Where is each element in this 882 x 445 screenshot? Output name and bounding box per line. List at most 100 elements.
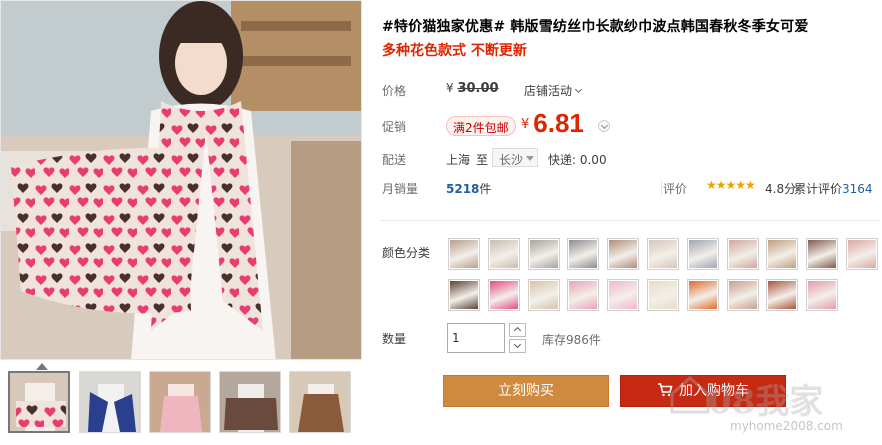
shipping-row: 配送 上海 至 长沙 快递: 0.00: [380, 147, 880, 171]
promo-row: 促销 满2件包邮 ¥6.81: [380, 108, 880, 138]
shop-activity-select[interactable]: 店铺活动: [524, 82, 583, 99]
color-swatch[interactable]: [766, 279, 799, 311]
color-swatch-image: [728, 240, 757, 268]
chevron-up-icon: [513, 326, 522, 335]
review-count-link[interactable]: 累计评价3164: [794, 180, 873, 197]
price-label: 价格: [382, 84, 407, 98]
color-swatch[interactable]: [527, 279, 560, 311]
quantity-increase-button[interactable]: [509, 323, 526, 337]
color-swatch-image: [808, 240, 837, 268]
color-swatch-image: [569, 240, 598, 268]
main-photo-illustration: [1, 1, 361, 359]
color-swatch[interactable]: [647, 238, 679, 270]
divider: [661, 181, 662, 195]
product-subtitle: 多种花色款式 不断更新: [382, 43, 527, 59]
ship-from: 上海: [446, 153, 471, 167]
color-swatch[interactable]: [686, 279, 719, 311]
color-swatch[interactable]: [487, 279, 520, 311]
quantity-decrease-button[interactable]: [509, 339, 526, 353]
color-swatch[interactable]: [647, 279, 679, 311]
color-swatch[interactable]: [607, 238, 640, 270]
review-prefix: 累计评价: [794, 182, 843, 196]
stock-count: 库存986件: [542, 333, 601, 347]
monthly-sales-unit: 件: [479, 182, 492, 196]
color-swatch-image: [848, 240, 876, 268]
star-rating-icon: ★★★★★: [706, 178, 756, 192]
destination-city: 长沙: [499, 153, 524, 167]
section-divider: [380, 220, 880, 221]
shipping-fee: 快递: 0.00: [548, 153, 607, 167]
thumbnail-strip: [0, 363, 362, 445]
color-swatch[interactable]: [487, 238, 520, 270]
promo-label: 促销: [382, 120, 407, 134]
promo-price-value: 6.81: [533, 108, 584, 138]
color-swatch-image: [768, 281, 797, 309]
color-swatch-image: [450, 281, 478, 309]
color-swatch[interactable]: [567, 279, 600, 311]
color-swatch-image: [450, 240, 478, 268]
color-swatch-image: [649, 281, 677, 309]
thumbnail-4[interactable]: [219, 371, 281, 433]
color-swatch[interactable]: [527, 238, 560, 270]
ship-to-word: 至: [476, 153, 489, 167]
thumbnail-3[interactable]: [149, 371, 211, 433]
chevron-down-icon: [574, 85, 583, 94]
color-swatch-image: [529, 281, 558, 309]
color-swatch-image: [688, 240, 717, 268]
quantity-input[interactable]: [447, 323, 505, 353]
color-swatch-image: [768, 240, 797, 268]
original-price: ¥ 30.00: [446, 81, 499, 96]
color-swatch[interactable]: [567, 238, 600, 270]
color-swatch-image: [529, 240, 558, 268]
rating-label: 评价: [663, 182, 688, 196]
review-count: 3164: [842, 182, 873, 196]
buy-now-button[interactable]: 立刻购买: [443, 375, 609, 407]
thumbnail-1[interactable]: [8, 371, 70, 433]
dropdown-triangle-icon: [526, 156, 535, 161]
monthly-sales-count: 5218: [446, 182, 480, 196]
monthly-sales-label: 月销量: [382, 182, 419, 196]
color-swatch-image: [609, 281, 638, 309]
original-price-currency: ¥: [446, 81, 454, 95]
monthly-sales: 5218件: [446, 180, 491, 197]
promo-price: ¥6.81: [521, 108, 584, 139]
color-swatch-image: [688, 281, 717, 309]
color-swatch[interactable]: [607, 279, 640, 311]
color-swatch-image: [489, 281, 518, 309]
shop-activity-label: 店铺活动: [524, 84, 573, 98]
shipping-label: 配送: [382, 153, 407, 167]
add-to-cart-label: 加入购物车: [679, 383, 749, 399]
product-title: #特价猫独家优惠# 韩版雪纺丝巾长款纱巾波点韩国春秋冬季女可爱: [382, 19, 809, 35]
quantity-label: 数量: [382, 332, 407, 346]
thumbnail-5[interactable]: [289, 371, 351, 433]
color-swatch-image: [808, 281, 837, 309]
price-details-toggle-icon[interactable]: [598, 120, 610, 132]
color-swatch-image: [489, 240, 518, 268]
color-swatch[interactable]: [686, 238, 719, 270]
original-price-value: 30.00: [457, 81, 499, 96]
active-thumb-indicator: [36, 363, 48, 370]
color-swatch[interactable]: [726, 238, 759, 270]
color-swatch[interactable]: [806, 279, 839, 311]
destination-city-select[interactable]: 长沙: [492, 148, 539, 167]
product-gallery: [0, 0, 362, 445]
product-details: #特价猫独家优惠# 韩版雪纺丝巾长款纱巾波点韩国春秋冬季女可爱 多种花色款式 不…: [380, 0, 882, 445]
color-swatch[interactable]: [766, 238, 799, 270]
buy-now-label: 立刻购买: [498, 383, 554, 399]
color-swatch[interactable]: [726, 279, 759, 311]
color-swatch-image: [728, 281, 757, 309]
shopping-cart-icon: [658, 383, 673, 397]
color-swatch[interactable]: [806, 238, 839, 270]
add-to-cart-button[interactable]: 加入购物车: [620, 375, 786, 407]
color-swatch-image: [609, 240, 638, 268]
color-swatch[interactable]: [448, 279, 480, 311]
promo-price-currency: ¥: [521, 117, 530, 132]
main-product-photo: [0, 0, 362, 360]
promo-tag: 满2件包邮: [446, 116, 516, 136]
color-label: 颜色分类: [382, 246, 431, 260]
thumbnail-2[interactable]: [79, 371, 141, 433]
sales-rating-row: 月销量 5218件 评价 ★★★★★ 4.8分 累计评价3164: [380, 176, 880, 200]
color-swatch-image: [569, 281, 598, 309]
color-swatch[interactable]: [846, 238, 878, 270]
color-swatch[interactable]: [448, 238, 480, 270]
